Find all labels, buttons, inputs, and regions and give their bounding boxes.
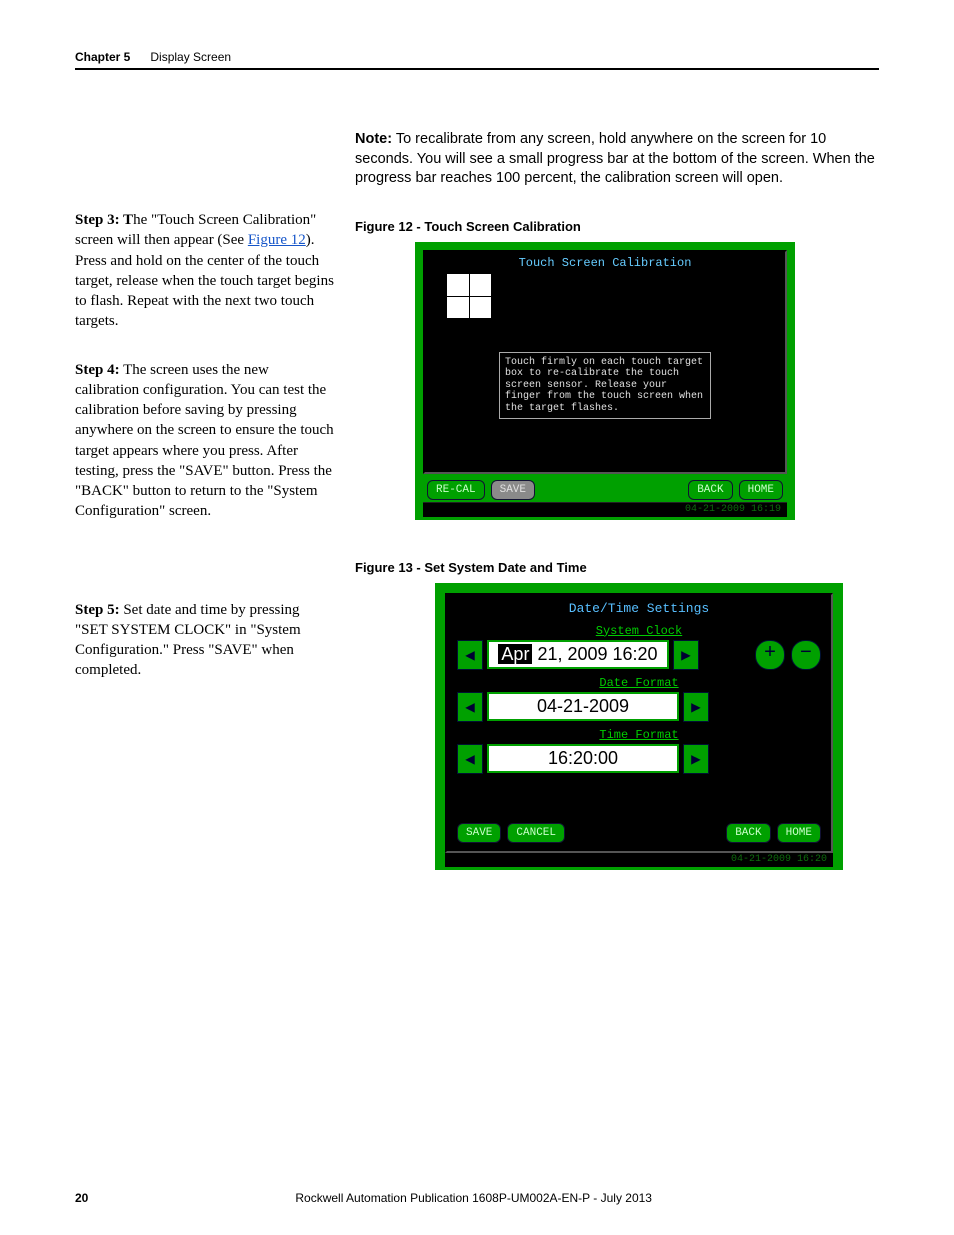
figure-12-device: Touch Screen Calibration Touch firmly on… [415, 242, 795, 520]
home-button-13[interactable]: HOME [777, 823, 821, 843]
step-5: Step 5: Set date and time by pressing "S… [75, 600, 335, 681]
step5-label: Step 5: [75, 602, 120, 618]
step4-text: The screen uses the new calibration conf… [75, 362, 334, 520]
back-button[interactable]: BACK [688, 480, 732, 500]
back-button-13[interactable]: BACK [726, 823, 770, 843]
figure-12-caption: Figure 12 - Touch Screen Calibration [355, 219, 879, 234]
step4-label: Step 4: [75, 362, 120, 378]
home-button[interactable]: HOME [739, 480, 783, 500]
page-footer: 20 Rockwell Automation Publication 1608P… [75, 1191, 879, 1205]
clock-highlight: Apr [498, 644, 532, 664]
touch-target-icon[interactable] [447, 274, 491, 318]
cancel-button[interactable]: CANCEL [507, 823, 565, 843]
timeformat-left-icon[interactable]: ◀ [457, 744, 483, 774]
figure-12-link[interactable]: Figure 12 [248, 232, 306, 248]
note-label: Note: [355, 131, 392, 147]
dateformat-left-icon[interactable]: ◀ [457, 692, 483, 722]
dateformat-label: Date Format [457, 676, 821, 690]
datetime-title: Date/Time Settings [457, 601, 821, 616]
save-button[interactable]: SAVE [491, 480, 535, 500]
section-label: Display Screen [150, 50, 231, 64]
clock-right-icon[interactable]: ▶ [673, 640, 699, 670]
dateformat-value[interactable]: 04-21-2009 [487, 692, 679, 721]
step-4: Step 4: The screen uses the new calibrat… [75, 360, 335, 522]
figure-13-caption: Figure 13 - Set System Date and Time [355, 560, 879, 575]
sysclock-label: System Clock [457, 624, 821, 638]
dateformat-row: ◀ 04-21-2009 ▶ [457, 692, 821, 722]
dateformat-right-icon[interactable]: ▶ [683, 692, 709, 722]
timeformat-label: Time Format [457, 728, 821, 742]
publication-id: Rockwell Automation Publication 1608P-UM… [88, 1191, 859, 1205]
clock-left-icon[interactable]: ◀ [457, 640, 483, 670]
timeformat-right-icon[interactable]: ▶ [683, 744, 709, 774]
sysclock-row: ◀ Apr 21, 2009 16:20 ▶ + − [457, 640, 821, 670]
plus-button[interactable]: + [755, 640, 785, 670]
calib-message: Touch firmly on each touch target box to… [499, 352, 711, 420]
fig13-statusbar: 04-21-2009 16:20 [445, 853, 833, 867]
note-block: Note: To recalibrate from any screen, ho… [355, 130, 879, 189]
figure-13-device: Date/Time Settings System Clock ◀ Apr 21… [435, 583, 843, 870]
note-text: To recalibrate from any screen, hold any… [355, 131, 875, 186]
clock-rest: 21, 2009 16:20 [532, 644, 657, 664]
page-number: 20 [75, 1191, 88, 1205]
step3-label: Step 3: T [75, 212, 133, 228]
minus-button[interactable]: − [791, 640, 821, 670]
fig12-statusbar: 04-21-2009 16:19 [423, 502, 787, 517]
chapter-label: Chapter 5 [75, 50, 130, 64]
fig12-button-row: RE-CAL SAVE BACK HOME [423, 474, 787, 502]
datetime-screen: Date/Time Settings System Clock ◀ Apr 21… [445, 593, 833, 853]
timeformat-value[interactable]: 16:20:00 [487, 744, 679, 773]
recal-button[interactable]: RE-CAL [427, 480, 485, 500]
timeformat-row: ◀ 16:20:00 ▶ [457, 744, 821, 774]
step-3: Step 3: The "Touch Screen Calibration" s… [75, 210, 335, 332]
fig13-button-row: SAVE CANCEL BACK HOME [457, 823, 821, 843]
calib-title: Touch Screen Calibration [425, 252, 785, 270]
clock-value[interactable]: Apr 21, 2009 16:20 [487, 640, 669, 669]
save-button-13[interactable]: SAVE [457, 823, 501, 843]
page-header: Chapter 5 Display Screen [75, 50, 879, 70]
calibration-screen[interactable]: Touch Screen Calibration Touch firmly on… [423, 250, 787, 474]
